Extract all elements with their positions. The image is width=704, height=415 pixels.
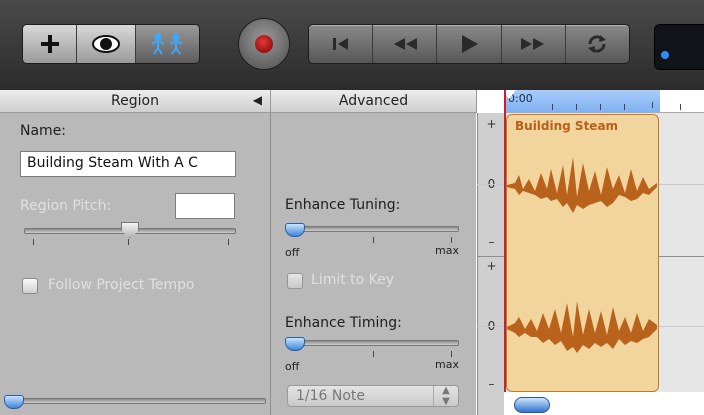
transport-controls — [308, 24, 630, 64]
enhance-tuning-thumb[interactable] — [285, 223, 305, 237]
ruler-tick — [600, 104, 601, 110]
lane2-minus: – — [488, 377, 495, 391]
region-tab-header[interactable]: Region ◀ — [0, 90, 271, 113]
waveform-top — [507, 157, 657, 213]
follow-tempo-label: Follow Project Tempo — [48, 277, 195, 293]
metronome-icon — [661, 51, 669, 59]
lcd-display[interactable] — [654, 24, 704, 70]
scrollbar-thumb[interactable] — [514, 397, 550, 413]
cycle-icon — [588, 35, 607, 53]
region-name-field[interactable]: Building Steam With A C — [20, 151, 236, 177]
go-to-start-icon — [332, 38, 348, 50]
timing-note-value: 1/16 Note — [296, 388, 366, 404]
lane1-minus: – — [488, 235, 495, 249]
limit-to-key-checkbox[interactable] — [287, 273, 303, 289]
lane1-plus: + — [486, 117, 497, 131]
slider-tick — [228, 239, 229, 245]
eye-icon — [92, 35, 121, 53]
waveform-bottom — [507, 301, 657, 353]
record-button[interactable] — [238, 18, 290, 70]
fast-forward-icon — [521, 38, 545, 50]
timeline-ruler[interactable]: 0:00 — [502, 90, 704, 113]
rewind-button[interactable] — [373, 25, 438, 63]
go-to-start-button[interactable] — [309, 25, 374, 63]
timing-note-select[interactable]: 1/16 Note ▲ ▼ — [287, 385, 459, 407]
slider-tick — [373, 351, 374, 357]
tuning-off-label: off — [285, 246, 300, 259]
amplitude-scale: + 0 – + 0 – — [477, 113, 506, 415]
toolbar — [0, 0, 704, 90]
limit-to-key-label: Limit to Key — [311, 272, 395, 288]
advanced-header-label: Advanced — [338, 93, 409, 109]
slider-tick — [128, 239, 129, 245]
enhance-timing-label: Enhance Timing: — [285, 315, 402, 331]
ruler-tick — [552, 104, 553, 110]
timing-off-label: off — [285, 360, 300, 373]
slider-tick — [33, 239, 34, 245]
rewind-icon — [393, 38, 417, 50]
zoom-slider[interactable] — [6, 398, 266, 404]
play-icon — [462, 35, 478, 53]
region-header-label: Region — [111, 93, 159, 109]
region-title: Building Steam — [515, 119, 619, 133]
ruler-tick — [652, 102, 653, 108]
region-pitch-label: Region Pitch: — [20, 198, 112, 214]
name-label: Name: — [20, 123, 67, 139]
view-button[interactable] — [77, 25, 136, 63]
advanced-panel: Enhance Tuning: off max Limit to Key Enh… — [271, 113, 476, 415]
advanced-tab-header[interactable]: Advanced — [271, 90, 477, 113]
region-panel: Name: Building Steam With A C Region Pit… — [0, 113, 271, 415]
slider-tick — [373, 237, 374, 243]
zoom-slider-thumb[interactable] — [4, 395, 24, 409]
region-pitch-field[interactable] — [175, 193, 235, 219]
slider-tick — [451, 237, 452, 243]
loop-icon — [151, 33, 183, 55]
playhead-line — [504, 90, 506, 392]
ruler-tick — [680, 104, 681, 110]
enhance-tuning-slider[interactable] — [287, 226, 459, 232]
audio-region[interactable]: Building Steam — [506, 114, 659, 392]
enhance-timing-thumb[interactable] — [285, 337, 305, 351]
slider-tick — [451, 351, 452, 357]
enhance-timing-slider[interactable] — [287, 340, 459, 346]
cycle-button[interactable] — [566, 25, 629, 63]
fast-forward-button[interactable] — [502, 25, 566, 63]
record-icon — [255, 35, 273, 53]
ruler-tick — [624, 104, 625, 110]
loop-browser-button[interactable] — [135, 25, 199, 63]
ruler-tick — [576, 104, 577, 110]
add-track-button[interactable] — [23, 25, 78, 63]
track-tools-group — [22, 24, 200, 64]
enhance-tuning-label: Enhance Tuning: — [285, 197, 401, 213]
tuning-max-label: max — [435, 244, 459, 257]
garageband-window: Region ◀ Advanced Name: Building Steam W… — [0, 0, 704, 415]
select-arrows-icon: ▲ ▼ — [433, 385, 458, 407]
region-pitch-thumb[interactable] — [121, 222, 139, 238]
play-button[interactable] — [437, 25, 502, 63]
lane2-plus: + — [486, 259, 497, 273]
follow-tempo-checkbox[interactable] — [22, 278, 38, 294]
collapse-triangle-icon[interactable]: ◀ — [253, 93, 262, 107]
plus-icon — [40, 35, 59, 53]
timing-max-label: max — [435, 358, 459, 371]
